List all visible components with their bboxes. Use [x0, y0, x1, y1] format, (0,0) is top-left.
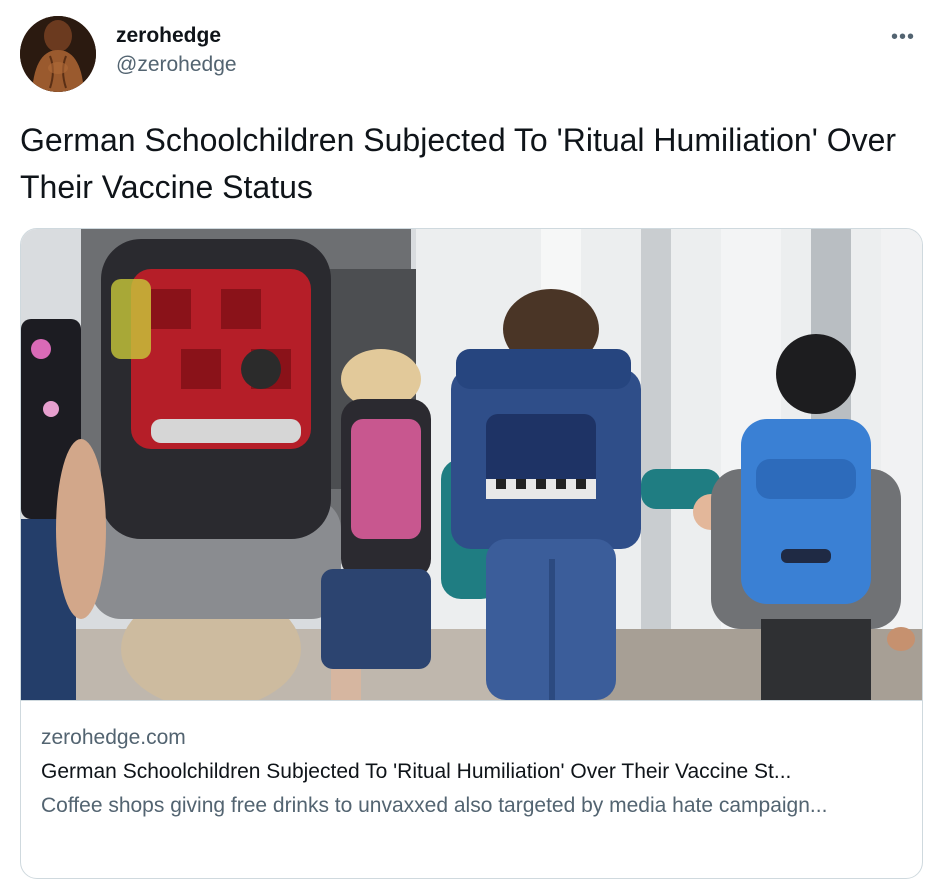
card-description: Coffee shops giving free drinks to unvax…	[41, 794, 828, 817]
more-horizontal-icon: •••	[890, 26, 915, 48]
link-preview-card[interactable]: zerohedge.com German Schoolchildren Subj…	[20, 228, 923, 879]
more-options-button[interactable]: •••	[888, 22, 918, 52]
card-image[interactable]	[21, 229, 922, 701]
card-domain: zerohedge.com	[41, 726, 186, 749]
avatar[interactable]	[20, 16, 96, 92]
tweet-text: German Schoolchildren Subjected To 'Ritu…	[20, 122, 897, 205]
display-name[interactable]: zerohedge	[116, 22, 237, 50]
user-handle[interactable]: @zerohedge	[116, 50, 237, 80]
card-title: German Schoolchildren Subjected To 'Ritu…	[41, 760, 792, 783]
card-meta[interactable]: zerohedge.com German Schoolchildren Subj…	[41, 723, 902, 821]
children-with-backpacks-photo	[21, 229, 922, 700]
author-block[interactable]: zerohedge @zerohedge	[116, 22, 237, 80]
